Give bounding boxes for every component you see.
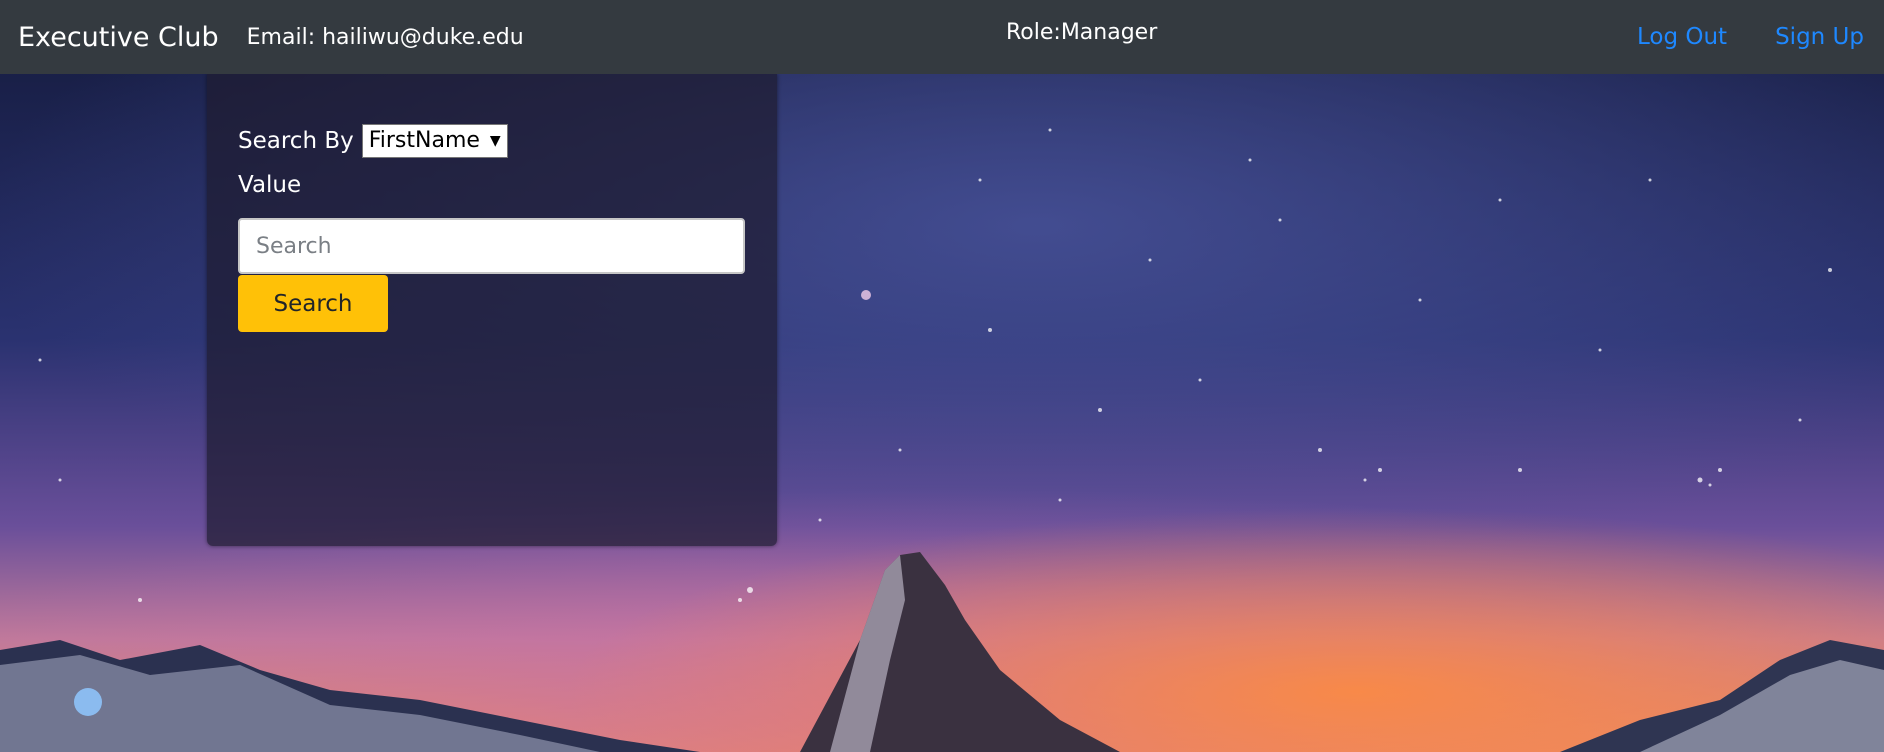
logout-link[interactable]: Log Out	[1637, 24, 1727, 50]
search-input[interactable]	[238, 218, 745, 274]
search-button[interactable]: Search	[238, 275, 388, 332]
search-panel: Search By FirstName ▼ Value Search	[207, 74, 777, 546]
light-glow	[74, 688, 102, 716]
search-by-select[interactable]: FirstName ▼	[361, 124, 508, 158]
signup-link[interactable]: Sign Up	[1775, 24, 1864, 50]
nav-links: Log Out Sign Up	[1589, 0, 1864, 74]
user-email: Email: hailiwu@duke.edu	[246, 24, 524, 50]
brand-title[interactable]: Executive Club	[18, 22, 219, 53]
top-navbar: Executive Club Email: hailiwu@duke.edu R…	[0, 0, 1884, 74]
caret-down-icon: ▼	[489, 133, 501, 149]
value-label: Value	[238, 172, 302, 198]
search-by-row: Search By FirstName ▼	[238, 124, 508, 158]
search-by-selected-value: FirstName	[368, 128, 480, 153]
user-role: Role:Manager	[1006, 20, 1158, 45]
search-by-label: Search By	[238, 128, 354, 154]
